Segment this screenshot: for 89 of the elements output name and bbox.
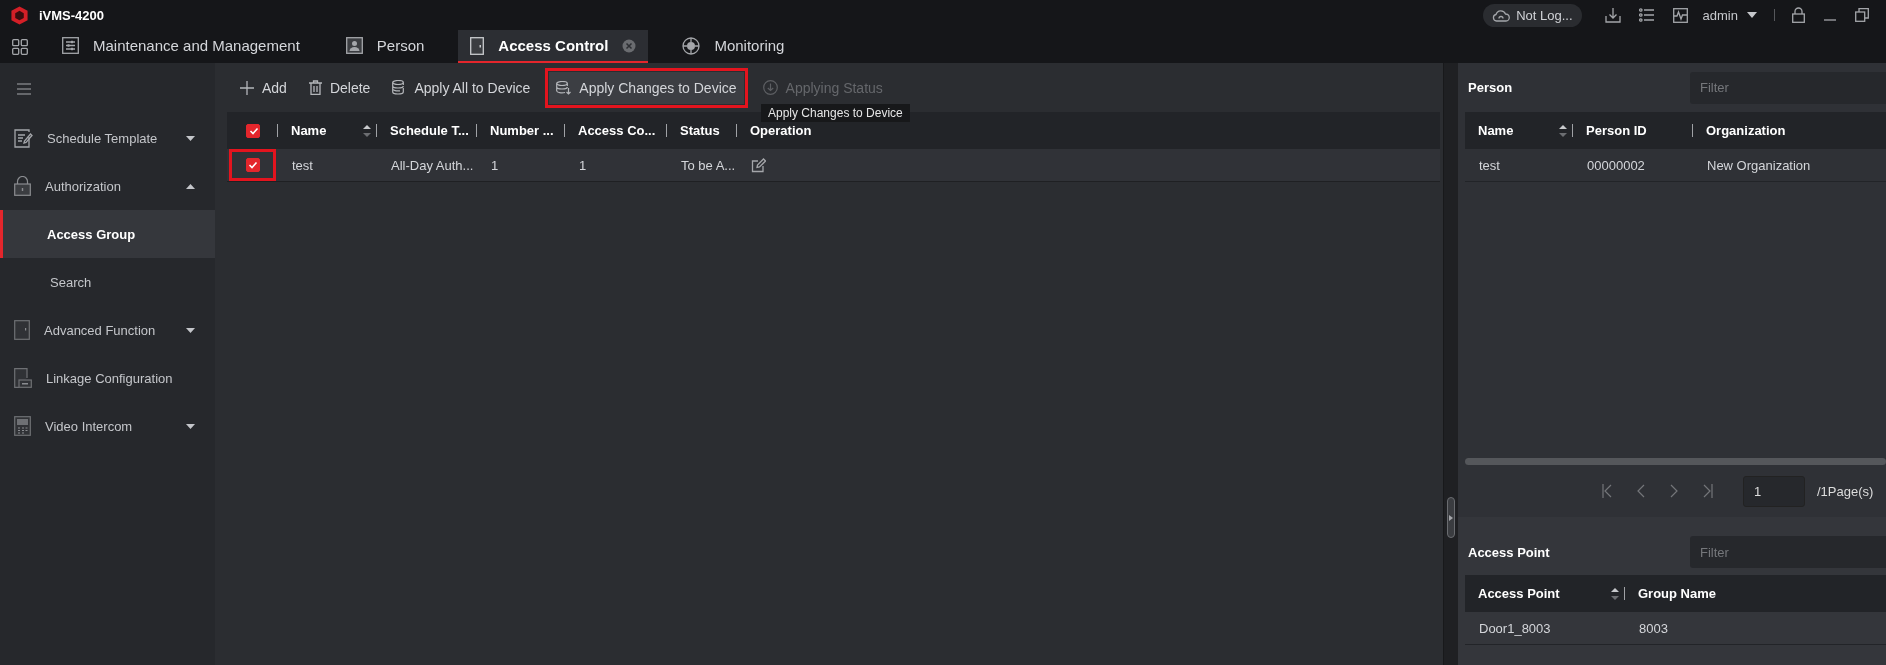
scrollbar[interactable] — [1465, 458, 1886, 465]
caret-up-icon[interactable] — [186, 183, 195, 189]
column-header: Access Co... — [578, 123, 656, 138]
table-cell: test — [1479, 157, 1500, 173]
trash-icon — [308, 80, 322, 95]
sort-icon — [1559, 123, 1567, 138]
cloud-icon — [1492, 8, 1511, 22]
sidebar-item[interactable]: Video Intercom — [0, 402, 215, 450]
column-header[interactable]: Name — [1478, 123, 1514, 138]
intercom-icon — [14, 416, 31, 436]
nav-tab[interactable]: Access Control — [458, 30, 649, 63]
edit-icon[interactable] — [751, 157, 766, 173]
table-cell: 00000002 — [1587, 157, 1645, 173]
add-button[interactable]: Add — [233, 71, 294, 104]
sort-icon — [363, 123, 371, 138]
id-card-icon — [345, 37, 363, 54]
filter-field[interactable]: Filter — [1690, 536, 1886, 568]
database-arrow-icon — [556, 80, 572, 95]
door-panel-icon — [14, 368, 32, 388]
crosshair-icon — [682, 36, 701, 55]
document-edit-icon — [14, 128, 33, 148]
column-header: Status — [680, 123, 720, 138]
column-header: Organization — [1706, 123, 1786, 138]
apply-all-button[interactable]: Apply All to Device — [385, 71, 538, 104]
menu-icon[interactable] — [17, 82, 31, 95]
table-cell: test — [292, 157, 313, 173]
table-cell: New Organization — [1707, 157, 1811, 173]
column-header: Number ... — [490, 123, 554, 138]
nav-tab[interactable]: Person — [333, 30, 437, 63]
last-page-icon[interactable] — [1703, 484, 1713, 498]
caret-down-icon[interactable] — [186, 423, 195, 429]
table-cell: Door1_8003 — [1479, 620, 1551, 636]
sidebar-item[interactable]: Advanced Function — [0, 306, 215, 354]
filter-field[interactable]: Filter — [1690, 71, 1886, 104]
checkbox[interactable] — [245, 158, 260, 172]
first-page-icon[interactable] — [1602, 484, 1612, 498]
column-header: Schedule T... — [390, 123, 469, 138]
collapse-handle[interactable] — [1447, 497, 1455, 538]
previous-page-icon[interactable] — [1637, 484, 1645, 498]
table-cell: To be A... — [681, 157, 736, 173]
panel-title: Access Point — [1468, 544, 1551, 560]
download-icon[interactable] — [1604, 7, 1621, 23]
restore-icon[interactable] — [1855, 8, 1869, 22]
door-icon — [470, 36, 485, 55]
padlock-icon — [14, 176, 31, 196]
lock-icon[interactable] — [1792, 7, 1805, 23]
sidebar-item[interactable]: Linkage Configuration — [0, 354, 215, 402]
page-field[interactable]: 1 — [1743, 475, 1805, 507]
download-circle-icon — [762, 80, 778, 95]
delete-button[interactable]: Delete — [301, 71, 378, 104]
apply-changes-button[interactable]: Apply Changes to Device — [549, 71, 744, 104]
sliders-icon — [62, 37, 79, 54]
plus-icon — [240, 80, 254, 95]
cloud-status-button[interactable]: Not Log... — [1483, 3, 1582, 27]
panel-title: Person — [1468, 80, 1514, 95]
database-icon — [392, 80, 407, 95]
column-header: Operation — [750, 123, 812, 138]
column-header: Person ID — [1586, 123, 1647, 138]
sidebar-item[interactable]: Schedule Template — [0, 114, 215, 162]
page-count: /1Page(s) — [1817, 483, 1874, 499]
checkmark-icon — [248, 125, 259, 136]
column-header: Group Name — [1638, 586, 1716, 601]
sidebar-item[interactable]: Authorization — [0, 162, 215, 210]
sidebar-subitem[interactable]: Access Group — [0, 210, 215, 258]
list-icon[interactable] — [1638, 8, 1655, 22]
nav-tab[interactable]: Monitoring — [670, 30, 797, 63]
nav-tab[interactable]: Maintenance and Management — [50, 30, 312, 63]
checkbox[interactable] — [245, 123, 260, 138]
app-title: iVMS-4200 — [39, 7, 105, 23]
next-page-icon[interactable] — [1670, 484, 1678, 498]
logo-icon — [10, 5, 29, 25]
user-menu[interactable]: admin — [1702, 7, 1738, 23]
table-cell: 1 — [579, 157, 587, 173]
table-cell: 1 — [491, 157, 499, 173]
table-cell: All-Day Auth... — [391, 157, 474, 173]
close-icon[interactable] — [622, 38, 637, 53]
caret-down-icon[interactable] — [1747, 12, 1757, 18]
door-icon — [14, 320, 30, 340]
app-grid-icon[interactable] — [12, 38, 28, 55]
checkmark-icon — [247, 160, 258, 170]
caret-down-icon[interactable] — [186, 135, 195, 141]
tooltip: Apply Changes to Device — [761, 104, 910, 122]
caret-down-icon[interactable] — [186, 327, 195, 333]
pulse-monitor-icon[interactable] — [1672, 7, 1688, 23]
column-header[interactable]: Name — [291, 123, 327, 138]
sort-icon — [1611, 586, 1619, 601]
sidebar-subitem[interactable]: Search — [0, 258, 215, 306]
column-header[interactable]: Access Point — [1478, 586, 1560, 601]
table-cell: 8003 — [1639, 620, 1668, 636]
